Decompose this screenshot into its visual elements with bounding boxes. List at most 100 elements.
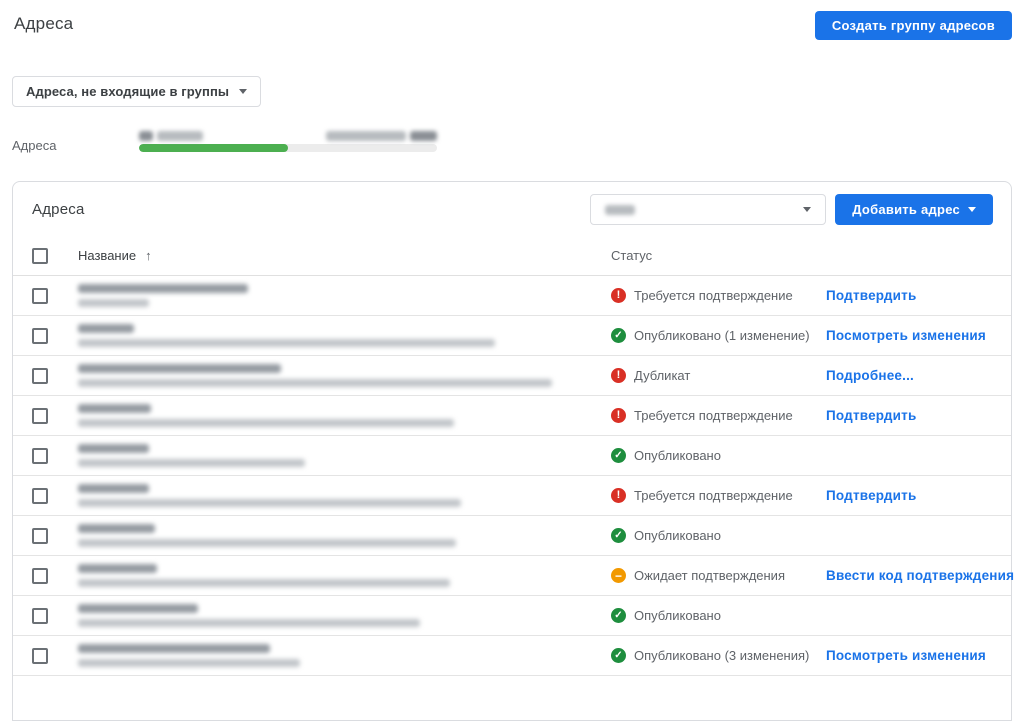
blurred-select-value bbox=[605, 205, 635, 215]
status-cell: ! Требуется подтверждение bbox=[599, 488, 814, 503]
table-row: ✓ Опубликовано bbox=[13, 436, 1011, 476]
blurred-address-count bbox=[139, 131, 203, 141]
row-action-link[interactable]: Посмотреть изменения bbox=[826, 328, 986, 343]
row-checkbox[interactable] bbox=[32, 288, 48, 304]
column-header-name[interactable]: Название ↑ bbox=[66, 248, 599, 263]
status-text: Требуется подтверждение bbox=[634, 408, 793, 423]
chevron-down-icon bbox=[968, 207, 976, 212]
blurred-address-title bbox=[78, 524, 155, 533]
row-action-link[interactable]: Подтвердить bbox=[826, 408, 916, 423]
status-cell: ✓ Опубликовано (3 изменения) bbox=[599, 648, 814, 663]
blurred-address-title bbox=[78, 404, 151, 413]
chevron-down-icon bbox=[239, 89, 247, 94]
status-cell: ! Дубликат bbox=[599, 368, 814, 383]
status-cell: ✓ Опубликовано (1 изменение) bbox=[599, 328, 814, 343]
status-cell: ✓ Опубликовано bbox=[599, 448, 814, 463]
row-checkbox[interactable] bbox=[32, 648, 48, 664]
addresses-card: Адреса Добавить адрес Название ↑ Статус bbox=[12, 181, 1012, 721]
status-text: Опубликовано bbox=[634, 448, 721, 463]
table-header-row: Название ↑ Статус bbox=[13, 236, 1011, 276]
row-action-link[interactable]: Подробнее... bbox=[826, 368, 914, 383]
address-name-cell[interactable] bbox=[66, 564, 599, 587]
table-row: ! Требуется подтверждение Подтвердить bbox=[13, 476, 1011, 516]
status-text: Требуется подтверждение bbox=[634, 288, 793, 303]
check-circle-icon: ✓ bbox=[611, 648, 626, 663]
blurred-address-title bbox=[78, 444, 149, 453]
blurred-address-title bbox=[78, 324, 134, 333]
blurred-address-title bbox=[78, 364, 281, 373]
progress-bar bbox=[139, 144, 437, 152]
table-row: − Ожидает подтверждения Ввести код подтв… bbox=[13, 556, 1011, 596]
add-address-button[interactable]: Добавить адрес bbox=[835, 194, 993, 225]
addresses-summary: Адреса bbox=[12, 130, 1012, 152]
status-text: Ожидает подтверждения bbox=[634, 568, 785, 583]
table-row: ✓ Опубликовано bbox=[13, 596, 1011, 636]
blurred-address-line bbox=[78, 379, 552, 387]
address-name-cell[interactable] bbox=[66, 604, 599, 627]
exclamation-circle-icon: ! bbox=[611, 368, 626, 383]
page-title: Адреса bbox=[14, 14, 73, 34]
blurred-address-title bbox=[78, 484, 149, 493]
address-name-cell[interactable] bbox=[66, 284, 599, 307]
row-checkbox[interactable] bbox=[32, 368, 48, 384]
address-name-cell[interactable] bbox=[66, 644, 599, 667]
status-cell: − Ожидает подтверждения bbox=[599, 568, 814, 583]
address-name-cell[interactable] bbox=[66, 324, 599, 347]
row-action-link[interactable]: Ввести код подтверждения bbox=[826, 568, 1014, 583]
blurred-address-line bbox=[78, 459, 305, 467]
status-text: Опубликовано (1 изменение) bbox=[634, 328, 810, 343]
row-checkbox[interactable] bbox=[32, 448, 48, 464]
blurred-address-title bbox=[78, 644, 270, 653]
row-action-link[interactable]: Подтвердить bbox=[826, 488, 916, 503]
row-action-link[interactable]: Подтвердить bbox=[826, 288, 916, 303]
status-text: Опубликовано bbox=[634, 528, 721, 543]
address-name-cell[interactable] bbox=[66, 484, 599, 507]
blurred-address-line bbox=[78, 579, 450, 587]
check-circle-icon: ✓ bbox=[611, 608, 626, 623]
progress-bar-fill bbox=[139, 144, 288, 152]
row-checkbox[interactable] bbox=[32, 408, 48, 424]
blurred-address-line bbox=[78, 499, 461, 507]
blurred-published-percent bbox=[326, 131, 437, 141]
table-row: ! Требуется подтверждение Подтвердить bbox=[13, 396, 1011, 436]
card-controls: Добавить адрес bbox=[590, 194, 993, 225]
table-row: ! Требуется подтверждение Подтвердить bbox=[13, 276, 1011, 316]
address-name-cell[interactable] bbox=[66, 364, 599, 387]
blurred-address-title bbox=[78, 604, 198, 613]
address-name-cell[interactable] bbox=[66, 404, 599, 427]
table-row: ✓ Опубликовано (1 изменение) Посмотреть … bbox=[13, 316, 1011, 356]
address-name-cell[interactable] bbox=[66, 444, 599, 467]
status-text: Опубликовано bbox=[634, 608, 721, 623]
group-filter-dropdown[interactable]: Адреса, не входящие в группы bbox=[12, 76, 261, 107]
select-all-checkbox[interactable] bbox=[32, 248, 48, 264]
label-filter-select[interactable] bbox=[590, 194, 826, 225]
row-checkbox[interactable] bbox=[32, 568, 48, 584]
exclamation-circle-icon: ! bbox=[611, 288, 626, 303]
check-circle-icon: ✓ bbox=[611, 528, 626, 543]
row-action-link[interactable]: Посмотреть изменения bbox=[826, 648, 986, 663]
addresses-page: Адреса Создать группу адресов Адреса, не… bbox=[0, 0, 1024, 721]
exclamation-circle-icon: ! bbox=[611, 408, 626, 423]
status-text: Опубликовано (3 изменения) bbox=[634, 648, 809, 663]
table-row: ✓ Опубликовано (3 изменения) Посмотреть … bbox=[13, 636, 1011, 676]
status-text: Дубликат bbox=[634, 368, 690, 383]
status-cell: ! Требуется подтверждение bbox=[599, 408, 814, 423]
row-checkbox[interactable] bbox=[32, 608, 48, 624]
exclamation-circle-icon: ! bbox=[611, 488, 626, 503]
blurred-address-title bbox=[78, 284, 248, 293]
row-checkbox[interactable] bbox=[32, 328, 48, 344]
address-name-cell[interactable] bbox=[66, 524, 599, 547]
blurred-address-line bbox=[78, 619, 420, 627]
column-header-status: Статус bbox=[599, 248, 814, 263]
chevron-down-icon bbox=[803, 207, 811, 212]
table-row: ! Дубликат Подробнее... bbox=[13, 356, 1011, 396]
check-circle-icon: ✓ bbox=[611, 328, 626, 343]
create-address-group-button[interactable]: Создать группу адресов bbox=[815, 11, 1012, 40]
blurred-address-line bbox=[78, 539, 456, 547]
row-checkbox[interactable] bbox=[32, 488, 48, 504]
row-checkbox[interactable] bbox=[32, 528, 48, 544]
table-body: ! Требуется подтверждение Подтвердить ✓ … bbox=[13, 276, 1011, 676]
add-address-label: Добавить адрес bbox=[852, 202, 960, 217]
check-circle-icon: ✓ bbox=[611, 448, 626, 463]
blurred-address-line bbox=[78, 299, 149, 307]
